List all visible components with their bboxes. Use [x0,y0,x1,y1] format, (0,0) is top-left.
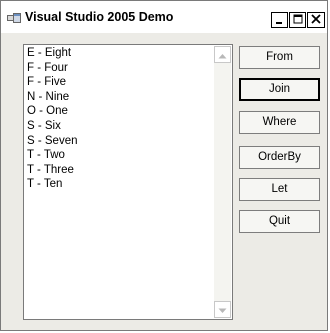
window-title: Visual Studio 2005 Demo [25,10,174,24]
list-item[interactable]: T - Ten [27,177,212,192]
orderby-button[interactable]: OrderBy [239,146,320,169]
close-icon [311,11,321,29]
triangle-up-icon [218,46,227,64]
app-window: Visual Studio 2005 Demo E - Eight F - Fo… [0,0,328,331]
title-bar[interactable]: Visual Studio 2005 Demo [1,1,327,33]
list-item[interactable]: S - Seven [27,134,212,149]
join-button[interactable]: Join [239,78,320,101]
vertical-scrollbar[interactable] [214,46,231,318]
list-item[interactable]: F - Five [27,75,212,90]
list-item[interactable]: T - Three [27,163,212,178]
scroll-down-button[interactable] [214,301,231,318]
minimize-button[interactable] [271,12,288,28]
listbox-items: E - Eight F - Four F - Five N - Nine O -… [27,46,212,192]
from-button[interactable]: From [239,46,320,69]
let-button[interactable]: Let [239,178,320,201]
list-item[interactable]: T - Two [27,148,212,163]
list-item[interactable]: N - Nine [27,90,212,105]
list-item[interactable]: S - Six [27,119,212,134]
close-button[interactable] [307,12,325,28]
minimize-icon [275,11,284,29]
triangle-down-icon [218,301,227,319]
scroll-up-button[interactable] [214,46,231,63]
results-listbox[interactable]: E - Eight F - Four F - Five N - Nine O -… [23,44,233,320]
list-item[interactable]: O - One [27,104,212,119]
list-item[interactable]: F - Four [27,61,212,76]
quit-button[interactable]: Quit [239,210,320,233]
list-item[interactable]: E - Eight [27,46,212,61]
maximize-icon [293,11,303,29]
maximize-button[interactable] [289,12,306,28]
client-area: E - Eight F - Four F - Five N - Nine O -… [1,33,327,330]
form-app-icon [7,12,21,25]
where-button[interactable]: Where [239,111,320,134]
